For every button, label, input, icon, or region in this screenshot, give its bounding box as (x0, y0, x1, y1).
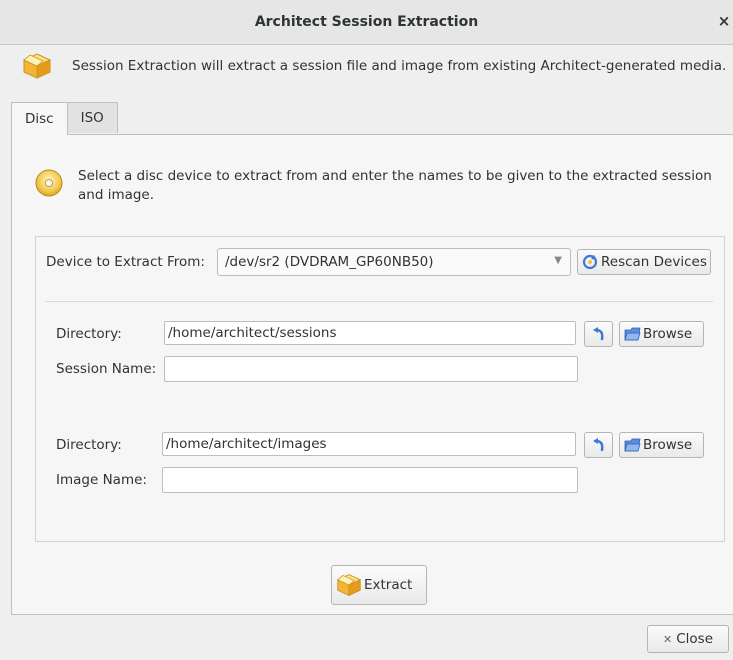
extraction-settings-frame: Device to Extract From: /dev/sr2 (DVDRAM… (35, 236, 725, 542)
chevron-down-icon: ▼ (554, 255, 562, 266)
rescan-devices-button[interactable]: Rescan Devices (577, 249, 711, 275)
extract-label: Extract (364, 577, 413, 593)
session-browse-label: Browse (643, 326, 693, 342)
undo-icon (592, 327, 606, 341)
device-value: /dev/sr2 (DVDRAM_GP60NB50) (225, 254, 434, 270)
image-directory-field[interactable]: /home/architect/images (162, 432, 576, 456)
window-title: Architect Session Extraction (254, 14, 479, 30)
image-directory-reset-button[interactable] (584, 432, 613, 458)
session-browse-button[interactable]: Browse (619, 321, 704, 347)
device-label: Device to Extract From: (46, 254, 205, 270)
title-bar: Architect Session Extraction × (0, 0, 733, 45)
image-browse-label: Browse (643, 437, 693, 453)
session-directory-value: /home/architect/sessions (168, 325, 337, 341)
session-directory-reset-button[interactable] (584, 321, 613, 347)
close-button[interactable]: ✕ Close (647, 625, 729, 653)
session-directory-field[interactable]: /home/architect/sessions (164, 321, 576, 345)
undo-icon (592, 438, 606, 452)
box-icon (22, 52, 52, 80)
image-directory-value: /home/architect/images (166, 436, 327, 452)
tab-iso[interactable]: ISO (66, 102, 118, 133)
rescan-label: Rescan Devices (601, 254, 707, 270)
image-name-label: Image Name: (56, 472, 147, 488)
image-directory-label: Directory: (56, 437, 122, 453)
session-name-field[interactable] (164, 356, 578, 382)
header-info: Session Extraction will extract a sessio… (22, 52, 726, 80)
image-name-field[interactable] (162, 467, 578, 493)
instructions-text: Select a disc device to extract from and… (78, 168, 712, 203)
folder-icon (624, 327, 641, 341)
separator (45, 301, 713, 302)
folder-icon (624, 438, 641, 452)
device-select[interactable]: /dev/sr2 (DVDRAM_GP60NB50) ▼ (217, 248, 571, 276)
close-icon: ✕ (663, 632, 673, 646)
session-directory-label: Directory: (56, 326, 122, 342)
tab-bar: Disc ISO (11, 102, 118, 135)
image-browse-button[interactable]: Browse (619, 432, 704, 458)
disc-tab-panel: Select a disc device to extract from and… (11, 134, 733, 615)
refresh-icon (582, 254, 598, 270)
session-name-label: Session Name: (56, 361, 157, 377)
window-close-button[interactable]: × (717, 12, 731, 30)
disc-icon (34, 167, 64, 205)
extract-button[interactable]: Extract (331, 565, 427, 605)
header-message: Session Extraction will extract a sessio… (72, 58, 727, 74)
instructions: Select a disc device to extract from and… (34, 167, 718, 205)
box-icon (336, 572, 362, 598)
close-label: Close (676, 631, 713, 647)
tab-disc[interactable]: Disc (11, 102, 68, 135)
